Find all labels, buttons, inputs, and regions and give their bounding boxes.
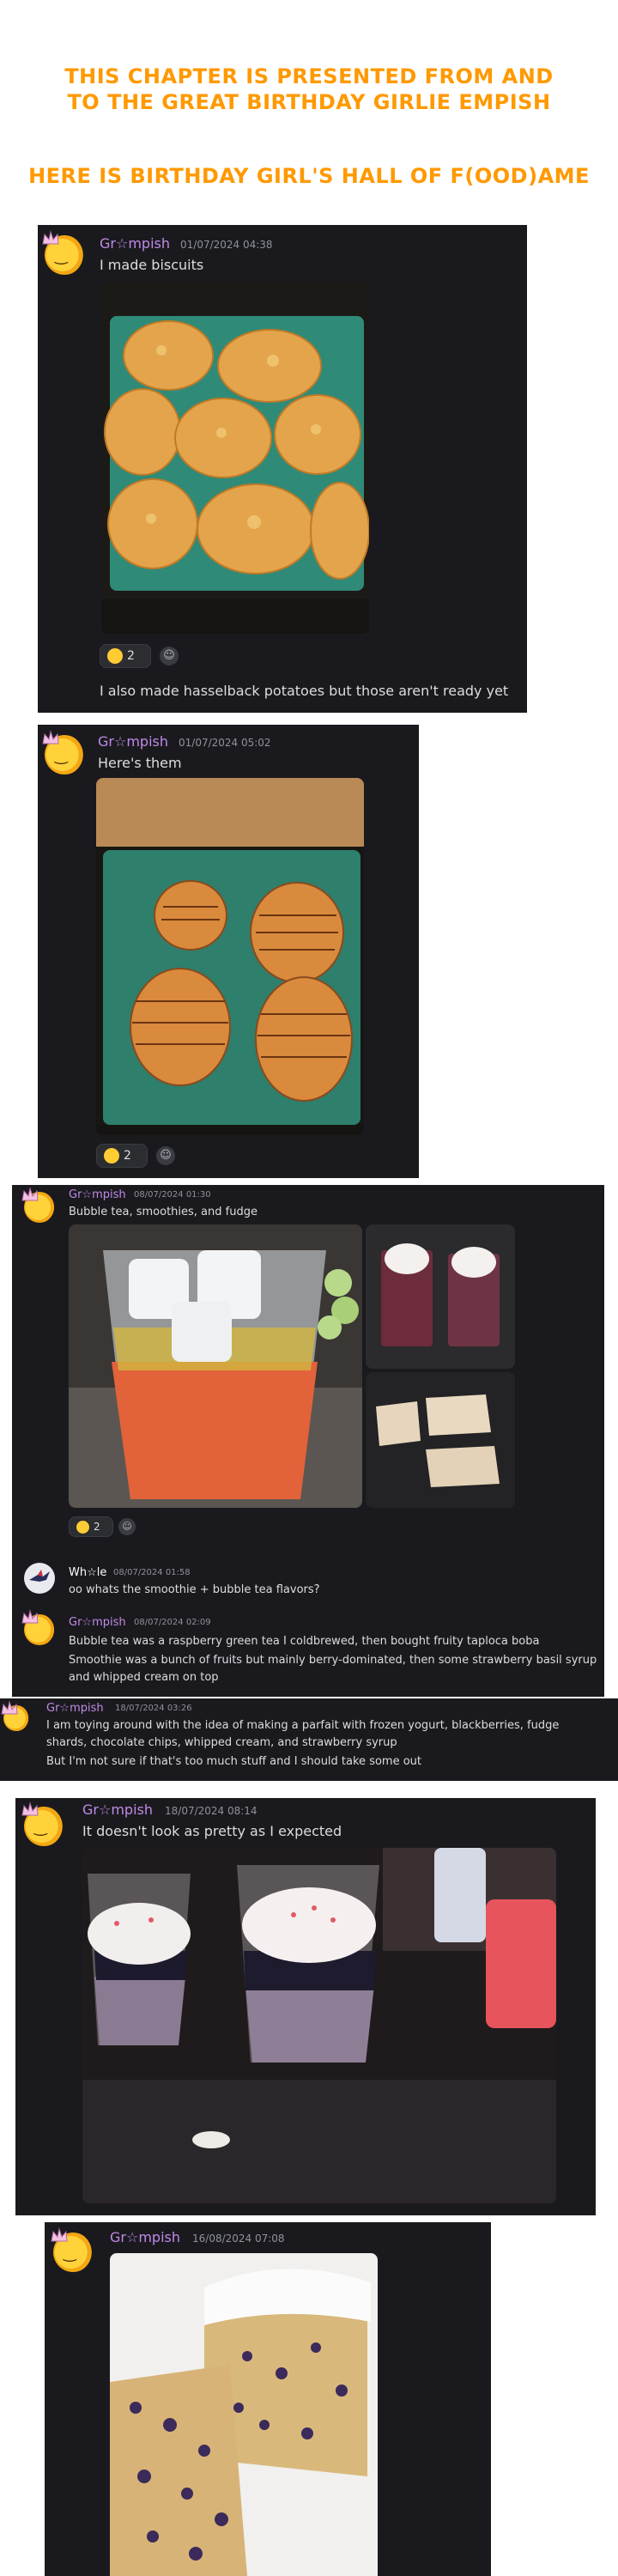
- grinning-emoji-icon: [76, 1520, 89, 1534]
- username[interactable]: Wh☆le: [69, 1566, 106, 1579]
- crowned-smiley-avatar-icon[interactable]: ‿: [51, 2227, 93, 2272]
- message-text-line-3: and whipped cream on top: [69, 1671, 219, 1684]
- chapter-heading-line-1: This chapter is presented from and: [64, 64, 554, 88]
- username[interactable]: Gr☆mpish: [82, 1801, 153, 1818]
- reaction-count: 2: [94, 1521, 100, 1533]
- message-card-cake: ‿ Gr☆mpish 16/08/2024 07:08: [45, 2222, 491, 2576]
- bubble-tea-photo[interactable]: [69, 1224, 362, 1508]
- message-text-line-2: Smoothie was a bunch of fruits but mainl…: [69, 1654, 597, 1667]
- crowned-smiley-avatar-icon[interactable]: ‿: [42, 730, 84, 775]
- message-card-biscuits: ‿ Gr☆mpish 01/07/2024 04:38 I made biscu…: [38, 225, 527, 713]
- message-text: oo whats the smoothie + bubble tea flavo…: [69, 1583, 320, 1596]
- username[interactable]: Gr☆mpish: [100, 235, 170, 252]
- add-reaction-icon[interactable]: ☺: [118, 1518, 136, 1535]
- message-text-followup: I also made hasselback potatoes but thos…: [100, 683, 509, 699]
- hasselback-potatoes-photo[interactable]: [96, 778, 364, 1135]
- reaction-pill[interactable]: 2: [96, 1144, 148, 1168]
- crowned-smiley-avatar-icon[interactable]: [1, 1700, 29, 1731]
- timestamp: 18/07/2024 03:26: [115, 1704, 192, 1713]
- message-text: Bubble tea, smoothies, and fudge: [69, 1206, 258, 1218]
- reaction-count: 2: [127, 649, 135, 663]
- message-text: Here's them: [98, 755, 182, 771]
- blueberry-cake-photo[interactable]: [110, 2253, 378, 2576]
- timestamp: 08/07/2024 01:58: [113, 1568, 191, 1577]
- reaction-pill[interactable]: 2: [100, 644, 151, 668]
- add-reaction-icon[interactable]: ☺: [156, 1146, 175, 1165]
- message-text-line-2: shards, chocolate chips, whipped cream, …: [46, 1736, 397, 1749]
- smoothies-photo[interactable]: [366, 1224, 515, 1369]
- grinning-emoji-icon: [107, 648, 123, 664]
- timestamp: 18/07/2024 08:14: [165, 1805, 258, 1817]
- reaction-count: 2: [124, 1149, 131, 1163]
- message-text-line-1: Bubble tea was a raspberry green tea I c…: [69, 1635, 540, 1648]
- message-text: I made biscuits: [100, 257, 204, 273]
- crowned-smiley-avatar-icon[interactable]: ‿: [21, 1801, 64, 1846]
- username[interactable]: Gr☆mpish: [46, 1702, 104, 1715]
- message-card-potatoes: ‿ Gr☆mpish 01/07/2024 05:02 Here's them: [38, 725, 419, 1178]
- message-text-line-3: But I'm not sure if that's too much stuf…: [46, 1755, 421, 1768]
- message-text: It doesn't look as pretty as I expected: [82, 1823, 342, 1839]
- biscuits-photo[interactable]: [101, 282, 369, 634]
- crowned-smiley-avatar-icon[interactable]: ‿: [42, 230, 84, 275]
- fudge-photo[interactable]: [366, 1372, 515, 1508]
- reaction-pill[interactable]: 2: [69, 1516, 113, 1537]
- timestamp: 16/08/2024 07:08: [192, 2233, 285, 2245]
- crowned-smiley-avatar-icon[interactable]: [21, 1609, 55, 1645]
- username[interactable]: Gr☆mpish: [110, 2229, 180, 2245]
- add-reaction-icon[interactable]: ☺: [160, 647, 179, 665]
- bird-avatar-icon[interactable]: [24, 1563, 55, 1594]
- timestamp: 08/07/2024 01:30: [134, 1190, 211, 1200]
- hall-of-fame-heading: Here is birthday girl's hall of F(ood)am…: [28, 164, 590, 188]
- surprised-emoji-icon: [104, 1148, 119, 1163]
- username[interactable]: Gr☆mpish: [98, 733, 168, 750]
- timestamp: 01/07/2024 05:02: [179, 737, 271, 749]
- timestamp: 08/07/2024 02:09: [134, 1618, 211, 1627]
- crowned-smiley-avatar-icon[interactable]: [21, 1187, 55, 1223]
- message-card-parfait: ‿ Gr☆mpish 18/07/2024 08:14 It doesn't l…: [15, 1798, 596, 2215]
- message-card-parfait-idea: Gr☆mpish 18/07/2024 03:26 I am toying ar…: [0, 1698, 618, 1781]
- username[interactable]: Gr☆mpish: [69, 1188, 126, 1201]
- username[interactable]: Gr☆mpish: [69, 1616, 126, 1629]
- message-text-line-1: I am toying around with the idea of maki…: [46, 1719, 560, 1732]
- timestamp: 01/07/2024 04:38: [180, 239, 273, 251]
- parfait-photo[interactable]: [82, 1848, 556, 2203]
- chapter-heading-line-2: to the great birthday girlie Empish: [67, 90, 551, 114]
- message-card-bubble-tea: Gr☆mpish 08/07/2024 01:30 Bubble tea, sm…: [12, 1185, 604, 1697]
